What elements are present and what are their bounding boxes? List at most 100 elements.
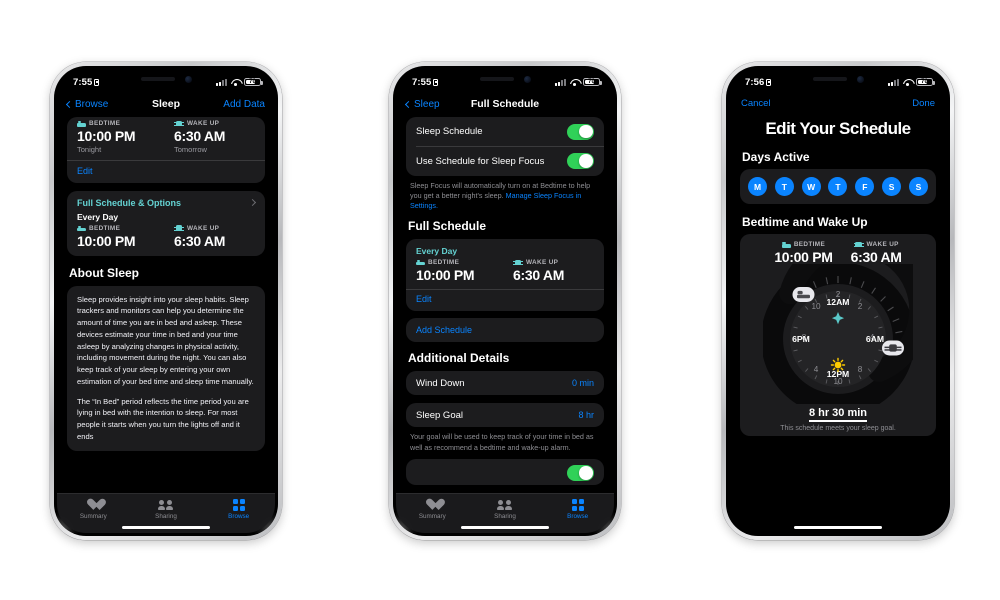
cellular-bars-icon [216,78,227,86]
battery-icon: 70 [916,77,935,87]
day-toggle-wed[interactable]: W [801,177,821,196]
svg-text:8: 8 [858,365,863,374]
day-toggle-tue[interactable]: T [774,177,794,196]
wakeup-label-row-2: WAKE UP [174,225,255,232]
tonight-schedule-card[interactable]: BEDTIME 10:00 PM Tonight WAKE UP 6:30 AM [67,117,265,183]
full-schedule-options-card[interactable]: Full Schedule & Options Every Day BEDTIM… [67,190,265,256]
tab-sharing[interactable]: Sharing [140,499,192,520]
heart-icon [426,499,439,511]
bedtime-label-row-2: BEDTIME [77,225,158,232]
status-time: 7:55 [412,76,439,88]
alarm-icon [853,241,864,248]
sleep-focus-toggle[interactable] [567,153,594,169]
sleep-focus-label: Use Schedule for Sleep Focus [416,155,545,167]
sun-icon [830,357,846,373]
edit-link[interactable]: Edit [77,166,255,176]
home-indicator[interactable] [794,525,882,529]
wind-down-label: Wind Down [416,377,465,389]
sleep-duration-note: This schedule meets your sleep goal. [780,425,896,432]
lock-icon [433,78,439,86]
wakeup-label-row: WAKE UP [513,259,594,266]
wakeup-label-row: WAKE UP [174,120,255,127]
phone-1-navbar: Browse Sleep Add Data [57,91,275,117]
tab-browse[interactable]: Browse [552,499,604,520]
bedtime-column: BEDTIME 10:00 PM [416,259,497,283]
sleep-goal-note: Your goal will be used to keep track of … [410,432,594,452]
bed-icon [416,259,425,266]
phone-1-content[interactable]: BEDTIME 10:00 PM Tonight WAKE UP 6:30 AM [57,117,275,533]
days-active-card[interactable]: M T W T F S S [740,169,936,204]
phone-2-navbar: Sleep Full Schedule [396,91,614,117]
people-icon [497,499,513,511]
bed-icon [77,121,86,127]
wifi-icon [231,78,241,86]
row-sleep-schedule[interactable]: Sleep Schedule [406,117,604,146]
home-indicator[interactable] [122,525,210,529]
row-wind-down[interactable]: Wind Down 0 min [406,371,604,395]
phone-1-screen: 7:55 70 Browse Sleep Add Data BEDTIME 10… [57,69,275,533]
svg-text:2: 2 [858,302,863,311]
sleep-schedule-toggle[interactable] [567,123,594,140]
tab-sharing[interactable]: Sharing [479,499,531,520]
bedtime-label: BEDTIME [793,241,826,248]
battery-level-text: 70 [588,78,595,85]
phone-2-content[interactable]: Sleep Schedule Use Schedule for Sleep Fo… [396,117,614,533]
day-toggle-sun[interactable]: S [908,177,928,196]
day-toggle-fri[interactable]: F [855,177,875,196]
day-toggle-mon[interactable]: M [748,177,767,196]
alarm-icon [174,225,184,232]
about-sleep-card: Sleep provides insight into your sleep h… [67,285,265,451]
add-schedule-card[interactable]: Add Schedule [406,318,604,343]
notch [114,69,218,89]
additional-details-title: Additional Details [408,351,510,366]
dial-times: BEDTIME 10:00 PM WAKE UP 6:30 AM [748,241,928,265]
peek-toggle[interactable] [567,465,594,482]
done-button[interactable]: Done [912,98,935,109]
wifi-icon [903,78,913,86]
phone-1-frame: 7:55 70 Browse Sleep Add Data BEDTIME 10… [50,62,282,540]
schedule-card[interactable]: Every Day BEDTIME 10:00 PM WAKE UP 6:30 … [406,238,604,312]
sleep-goal-card[interactable]: Sleep Goal 8 hr [406,403,604,428]
phone-3-content[interactable]: Edit Your Schedule Days Active M T W T F… [729,113,947,533]
bedtime-dial-card[interactable]: BEDTIME 10:00 PM WAKE UP 6:30 AM 2 4 8 1… [740,234,936,436]
sleep-focus-note: Sleep Focus will automatically turn on a… [406,176,604,212]
sleep-dial[interactable]: 24 8 10 48 10 2 12AM 12PM 6PM 6AM [763,264,913,404]
dial-label-6am: 6AM [866,334,884,344]
phone-3-screen: 7:56 70 Cancel Done Edit Your Schedule D… [729,69,947,533]
tab-summary[interactable]: Summary [406,499,458,520]
divider [67,160,265,161]
wakeup-sub: Tomorrow [174,145,207,154]
battery-icon: 70 [583,77,602,87]
wakeup-column: WAKE UP 6:30 AM [513,259,594,283]
tab-sharing-label: Sharing [494,513,516,520]
row-sleep-goal[interactable]: Sleep Goal 8 hr [406,403,604,427]
bedtime-label-row: BEDTIME [774,241,832,248]
divider [406,288,604,290]
speaker-icon [812,77,847,81]
wifi-icon [570,78,580,86]
front-camera-icon [523,75,531,83]
cellular-bars-icon [555,78,566,86]
wind-down-card[interactable]: Wind Down 0 min [406,371,604,396]
add-schedule-button[interactable]: Add Schedule [416,325,594,335]
every-day-label: Every Day [77,211,119,222]
lock-icon [766,78,772,86]
tab-browse[interactable]: Browse [213,499,265,520]
next-card-peek[interactable] [406,459,604,486]
status-time-text: 7:55 [412,76,432,88]
alarm-handle-icon [882,340,904,356]
day-toggle-sat[interactable]: S [882,177,902,196]
day-toggle-thu[interactable]: T [828,177,848,196]
dial-bedtime-column: BEDTIME 10:00 PM [774,241,833,265]
tab-summary[interactable]: Summary [67,499,119,520]
about-paragraph-2: The “In Bed” period reflects the time pe… [77,396,249,441]
cancel-button[interactable]: Cancel [741,98,771,109]
bedtime-column: BEDTIME 10:00 PM Tonight [77,120,158,154]
home-indicator[interactable] [461,525,549,529]
alarm-icon [513,259,523,266]
speaker-icon [479,77,514,81]
row-sleep-focus[interactable]: Use Schedule for Sleep Focus [406,147,604,176]
edit-link[interactable]: Edit [416,294,594,304]
every-day-label: Every Day [416,245,458,256]
dial-label-12am: 12AM [827,297,850,307]
